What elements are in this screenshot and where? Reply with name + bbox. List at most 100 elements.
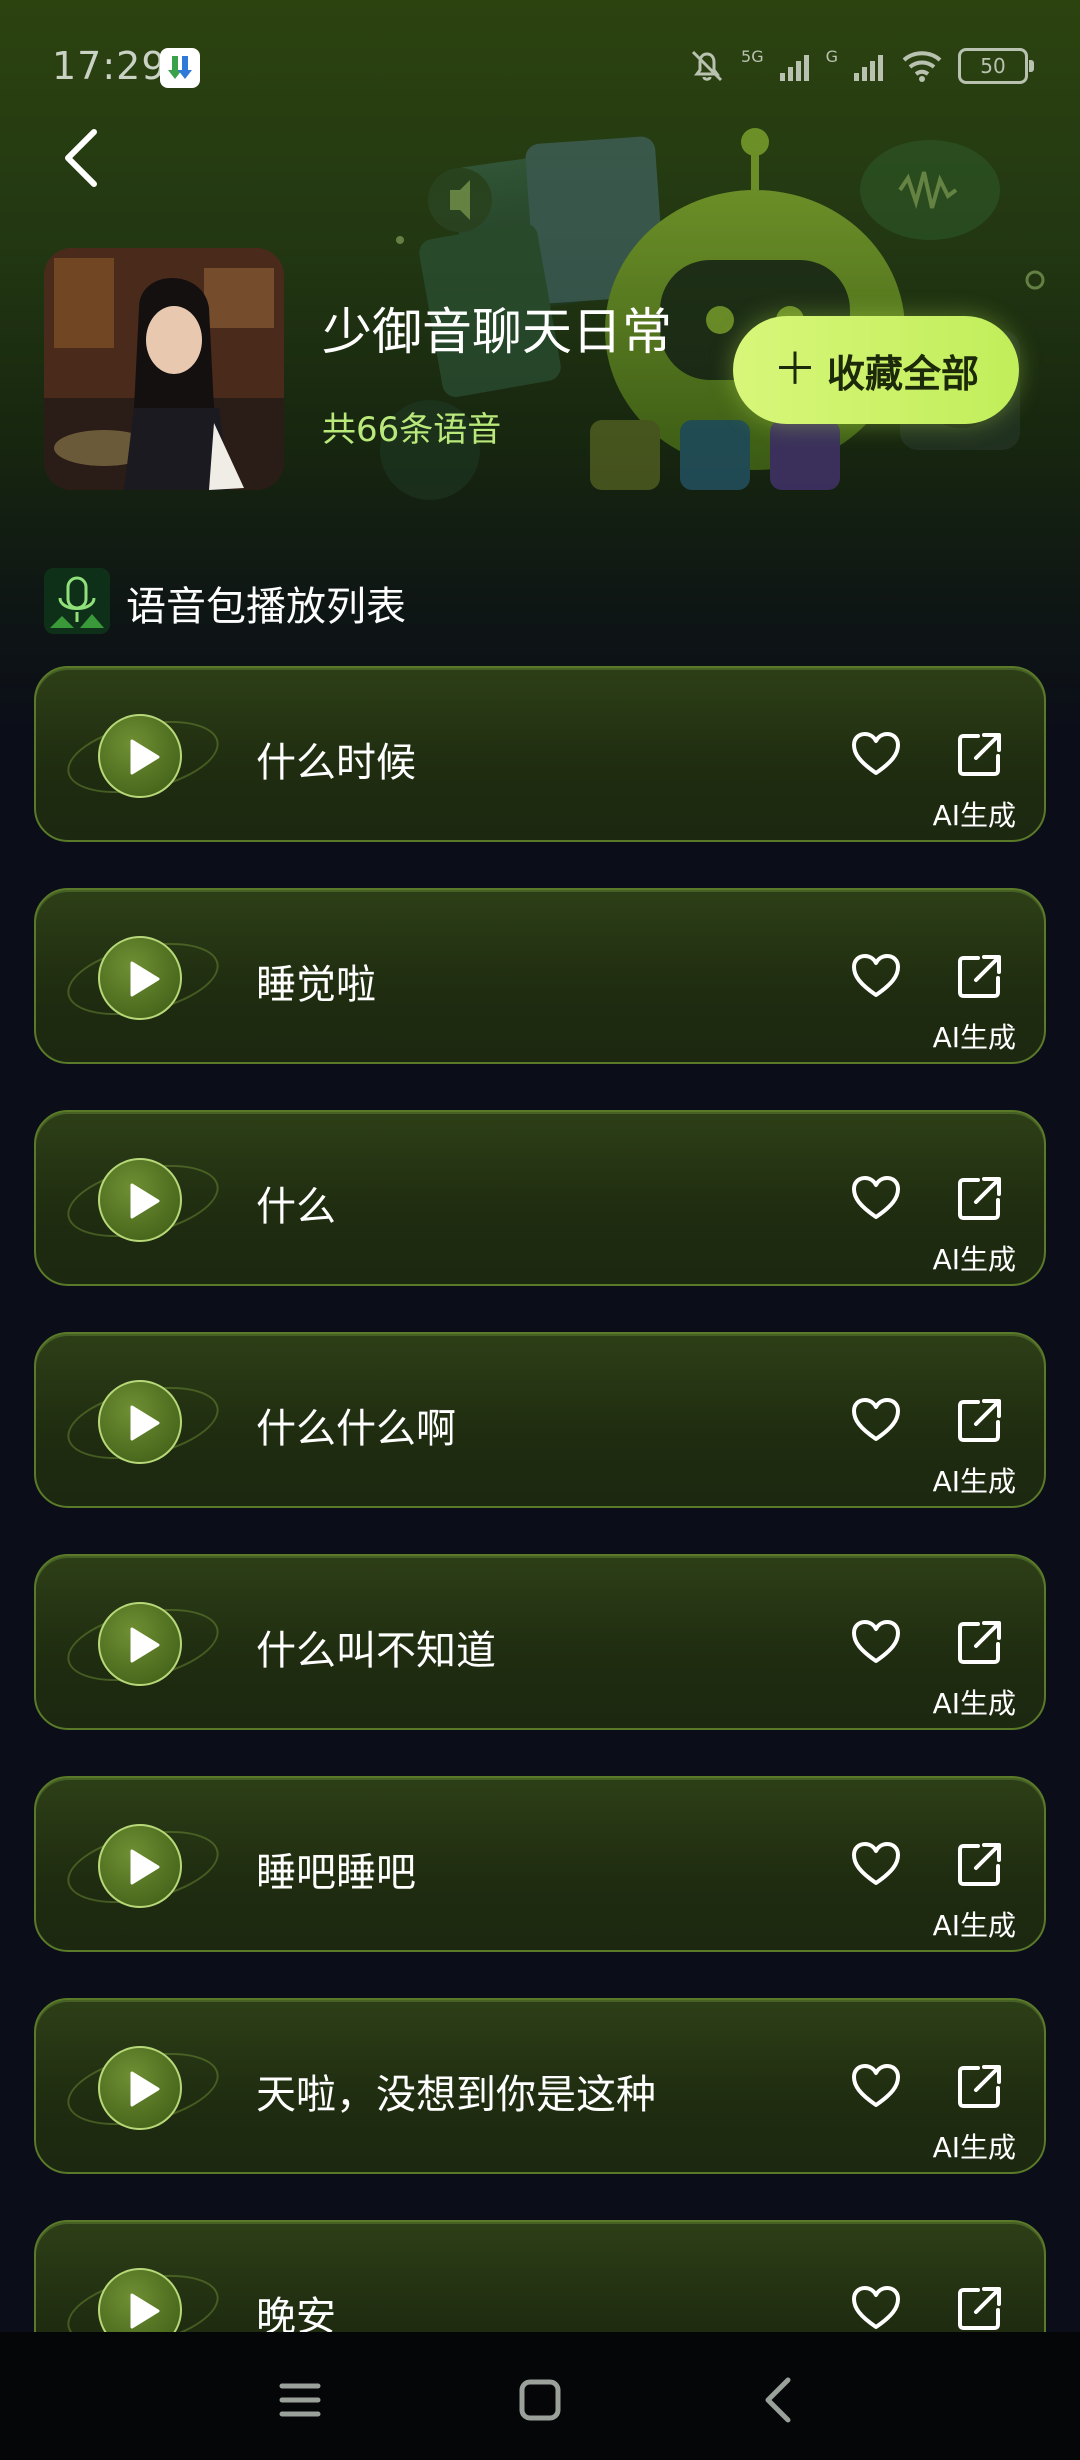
pack-title: 少御音聊天日常 (322, 303, 672, 361)
play-button[interactable] (98, 1602, 182, 1686)
ai-generated-tag: AI生成 (932, 2131, 1016, 2164)
microphone-icon (44, 568, 110, 634)
share-button[interactable] (952, 1614, 1008, 1670)
play-button[interactable] (98, 936, 182, 1020)
menu-icon (279, 2383, 321, 2417)
play-icon (130, 2071, 160, 2107)
share-icon (958, 955, 1001, 998)
ai-generated-tag: AI生成 (932, 1021, 1016, 1054)
ai-generated-tag: AI生成 (932, 1687, 1016, 1720)
mute-icon (691, 50, 723, 82)
share-icon (958, 2065, 1001, 2108)
share-button[interactable] (952, 2280, 1008, 2336)
ai-generated-tag: AI生成 (932, 1909, 1016, 1942)
play-icon (130, 961, 160, 997)
play-icon (130, 1405, 160, 1441)
signal-5g-label: 5G (741, 46, 764, 66)
voice-title: 睡吧睡吧 (256, 1850, 416, 1896)
share-icon (958, 1399, 1001, 1442)
heart-icon (852, 2286, 900, 2329)
play-icon (130, 1849, 160, 1885)
play-button[interactable] (98, 2046, 182, 2130)
play-control (60, 1150, 226, 1250)
heart-icon (852, 2064, 900, 2107)
voice-pack-screen: 17:29 5G G 50 少御音聊天日常 共66条语音 ＋ 收藏全部 语音包播… (0, 0, 1080, 2460)
share-icon (958, 2287, 1001, 2330)
heart-icon (852, 1842, 900, 1885)
voice-title: 什么时候 (256, 740, 416, 786)
favorite-button[interactable] (848, 1392, 904, 1448)
voice-item[interactable]: 什么叫不知道 AI生成 (34, 1554, 1046, 1730)
play-control (60, 1372, 226, 1472)
chevron-left-icon (65, 129, 97, 187)
voice-item[interactable]: 睡觉啦 AI生成 (34, 888, 1046, 1064)
play-icon (130, 2293, 160, 2329)
play-control (60, 1816, 226, 1916)
voice-item[interactable]: 天啦，没想到你是这种 AI生成 (34, 1998, 1046, 2174)
heart-icon (852, 1620, 900, 1663)
play-button[interactable] (98, 1824, 182, 1908)
favorite-button[interactable] (848, 948, 904, 1004)
share-icon (958, 733, 1001, 776)
cover-image (44, 248, 284, 490)
system-nav-bar (0, 2332, 1080, 2460)
voice-title: 天啦，没想到你是这种 (256, 2072, 656, 2118)
favorite-button[interactable] (848, 726, 904, 782)
favorite-button[interactable] (848, 1614, 904, 1670)
share-button[interactable] (952, 2058, 1008, 2114)
wifi-icon (902, 51, 942, 82)
battery-icon: 50 (958, 48, 1034, 84)
voice-title: 什么 (256, 1184, 336, 1230)
recent-apps-button[interactable] (260, 2360, 340, 2440)
voice-item[interactable]: 什么时候 AI生成 (34, 666, 1046, 842)
heart-icon (852, 954, 900, 997)
play-button[interactable] (98, 1380, 182, 1464)
share-icon (958, 1843, 1001, 1886)
signal-icon (854, 55, 883, 81)
collect-all-button[interactable]: ＋ 收藏全部 (733, 316, 1019, 424)
play-control (60, 1594, 226, 1694)
ai-generated-tag: AI生成 (932, 799, 1016, 832)
status-time: 17:29 (52, 44, 167, 88)
share-button[interactable] (952, 1170, 1008, 1226)
home-button[interactable] (500, 2360, 580, 2440)
signal-5g-icon (779, 55, 809, 81)
collect-all-label: 收藏全部 (826, 351, 979, 396)
share-icon (958, 1621, 1001, 1664)
play-icon (130, 739, 160, 775)
voice-item[interactable]: 什么 AI生成 (34, 1110, 1046, 1286)
play-control (60, 2038, 226, 2138)
back-triangle-icon (765, 2377, 791, 2423)
plus-icon: ＋ (772, 344, 817, 395)
favorite-button[interactable] (848, 1170, 904, 1226)
favorite-button[interactable] (848, 2058, 904, 2114)
favorite-button[interactable] (848, 1836, 904, 1892)
heart-icon (852, 732, 900, 775)
heart-icon (852, 1176, 900, 1219)
share-icon (958, 1177, 1001, 1220)
app-download-icon (160, 48, 200, 88)
voice-title: 什么什么啊 (256, 1406, 456, 1452)
play-icon (130, 1183, 160, 1219)
status-bar: 17:29 5G G 50 (0, 0, 1080, 130)
play-control (60, 928, 226, 1028)
share-button[interactable] (952, 1392, 1008, 1448)
share-button[interactable] (952, 1836, 1008, 1892)
favorite-button[interactable] (848, 2280, 904, 2336)
signal-g-label: G (825, 46, 838, 66)
play-button[interactable] (98, 1158, 182, 1242)
status-icons: 5G G 50 (687, 46, 1034, 86)
voice-item[interactable]: 什么什么啊 AI生成 (34, 1332, 1046, 1508)
play-control (60, 706, 226, 806)
voice-item[interactable]: 睡吧睡吧 AI生成 (34, 1776, 1046, 1952)
square-home-icon (519, 2379, 561, 2421)
back-button[interactable] (48, 118, 128, 198)
system-back-button[interactable] (740, 2360, 820, 2440)
play-button[interactable] (98, 714, 182, 798)
heart-icon (852, 1398, 900, 1441)
voice-title: 睡觉啦 (256, 962, 376, 1008)
share-button[interactable] (952, 948, 1008, 1004)
share-button[interactable] (952, 726, 1008, 782)
ai-generated-tag: AI生成 (932, 1465, 1016, 1498)
playlist-heading: 语音包播放列表 (126, 584, 406, 630)
